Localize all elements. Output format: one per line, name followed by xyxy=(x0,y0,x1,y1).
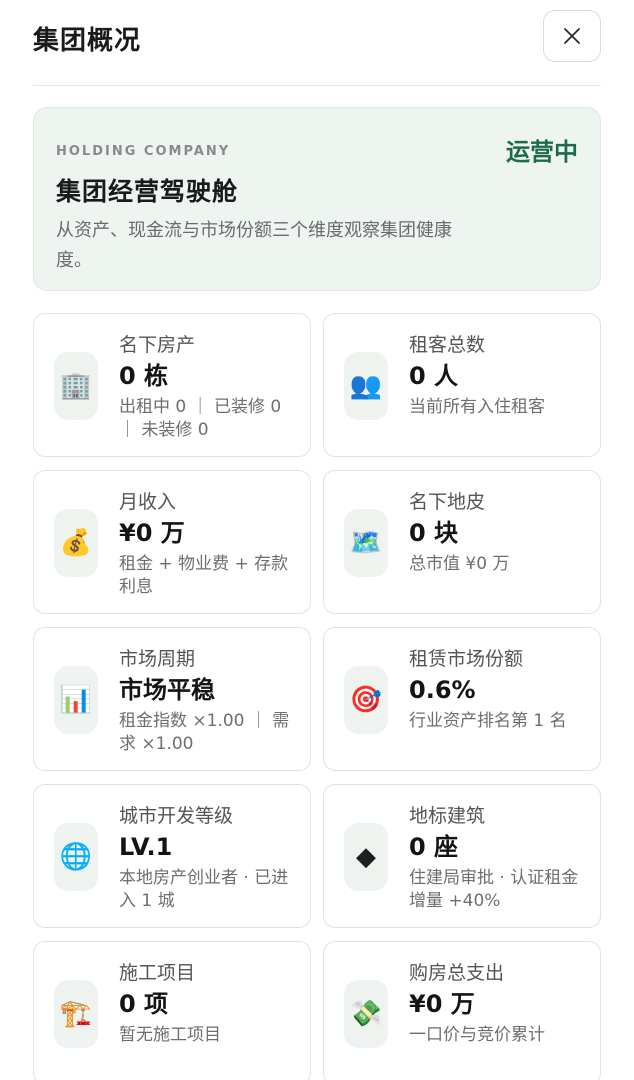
stat-card-tenants: 👥 租客总数 0 人 当前所有入住租客 xyxy=(323,313,601,457)
money-wings-icon: 💸 xyxy=(344,980,388,1048)
stat-card-landmarks: ◆ 地标建筑 0 座 住建局审批 · 认证租金增量 +40% xyxy=(323,784,601,928)
stat-value: 0 座 xyxy=(409,833,459,861)
header: 集团概况 xyxy=(33,0,601,86)
stat-value: LV.1 xyxy=(119,833,173,861)
stat-card-market-share: 🎯 租赁市场份额 0.6% 行业资产排名第 1 名 xyxy=(323,627,601,771)
close-button[interactable] xyxy=(543,10,601,62)
stat-label: 租赁市场份额 xyxy=(409,648,524,670)
stat-card-city-level: 🌐 城市开发等级 LV.1 本地房产创业者 · 已进入 1 城 xyxy=(33,784,311,928)
stat-label: 月收入 xyxy=(119,491,177,513)
stat-note: 租金 + 物业费 + 存款利息 xyxy=(119,554,289,597)
stat-card-monthly-income: 💰 月收入 ¥0 万 租金 + 物业费 + 存款利息 xyxy=(33,470,311,614)
stat-value: ¥0 万 xyxy=(119,519,185,547)
diamond-icon: ◆ xyxy=(344,823,388,891)
stat-value: 0 栋 xyxy=(119,362,169,390)
stat-note: 住建局审批 · 认证租金增量 +40% xyxy=(409,868,579,911)
stat-label: 城市开发等级 xyxy=(119,805,234,827)
money-bag-icon: 💰 xyxy=(54,509,98,577)
stat-value: 0 项 xyxy=(119,990,169,1018)
hero-eyebrow: HOLDING COMPANY xyxy=(56,144,231,159)
stat-card-properties: 🏢 名下房产 0 栋 出租中 0 ｜ 已装修 0 ｜ 未装修 0 xyxy=(33,313,311,457)
construction-crane-icon: 🏗️ xyxy=(54,980,98,1048)
stat-note: 行业资产排名第 1 名 xyxy=(409,711,567,731)
stat-card-market-cycle: 📊 市场周期 市场平稳 租金指数 ×1.00 ｜ 需求 ×1.00 xyxy=(33,627,311,771)
stat-note: 暂无施工项目 xyxy=(119,1025,221,1045)
stat-label: 租客总数 xyxy=(409,334,486,356)
stat-label: 名下地皮 xyxy=(409,491,486,513)
hero-title: 集团经营驾驶舱 xyxy=(56,177,239,206)
stat-label: 地标建筑 xyxy=(409,805,486,827)
stats-grid: 🏢 名下房产 0 栋 出租中 0 ｜ 已装修 0 ｜ 未装修 0 👥 租客总数 … xyxy=(33,313,601,1080)
stat-value: 0 块 xyxy=(409,519,459,547)
stat-note: 出租中 0 ｜ 已装修 0 ｜ 未装修 0 xyxy=(119,397,282,440)
stat-label: 购房总支出 xyxy=(409,962,505,984)
stat-label: 名下房产 xyxy=(119,334,196,356)
stat-note: 本地房产创业者 · 已进入 1 城 xyxy=(119,868,289,911)
stat-card-construction: 🏗️ 施工项目 0 项 暂无施工项目 xyxy=(33,941,311,1080)
stat-note: 当前所有入住租客 xyxy=(409,397,545,417)
bar-chart-icon: 📊 xyxy=(54,666,98,734)
stat-card-purchase-spend: 💸 购房总支出 ¥0 万 一口价与竞价累计 xyxy=(323,941,601,1080)
office-building-icon: 🏢 xyxy=(54,352,98,420)
stat-label: 施工项目 xyxy=(119,962,196,984)
stat-note: 租金指数 ×1.00 ｜ 需求 ×1.00 xyxy=(119,711,290,754)
dashboard-hero-card: HOLDING COMPANY 运营中 集团经营驾驶舱 从资产、现金流与市场份额… xyxy=(33,107,601,291)
status-badge: 运营中 xyxy=(506,138,578,166)
stat-note: 总市值 ¥0 万 xyxy=(409,554,510,574)
stat-value: 0.6% xyxy=(409,676,476,704)
stat-value: 市场平稳 xyxy=(119,676,215,704)
hero-description: 从资产、现金流与市场份额三个维度观察集团健康度。 xyxy=(56,220,452,271)
people-icon: 👥 xyxy=(344,352,388,420)
globe-icon: 🌐 xyxy=(54,823,98,891)
stat-value: ¥0 万 xyxy=(409,990,475,1018)
target-icon: 🎯 xyxy=(344,666,388,734)
stat-note: 一口价与竞价累计 xyxy=(409,1025,545,1045)
group-overview-sheet: 集团概况 HOLDING COMPANY 运营中 集团经营驾驶舱 从资产、现金流… xyxy=(0,0,634,1080)
map-icon: 🗺️ xyxy=(344,509,388,577)
stat-card-land: 🗺️ 名下地皮 0 块 总市值 ¥0 万 xyxy=(323,470,601,614)
stat-label: 市场周期 xyxy=(119,648,196,670)
stat-value: 0 人 xyxy=(409,362,459,390)
page-title: 集团概况 xyxy=(33,26,142,56)
close-icon xyxy=(564,28,580,44)
